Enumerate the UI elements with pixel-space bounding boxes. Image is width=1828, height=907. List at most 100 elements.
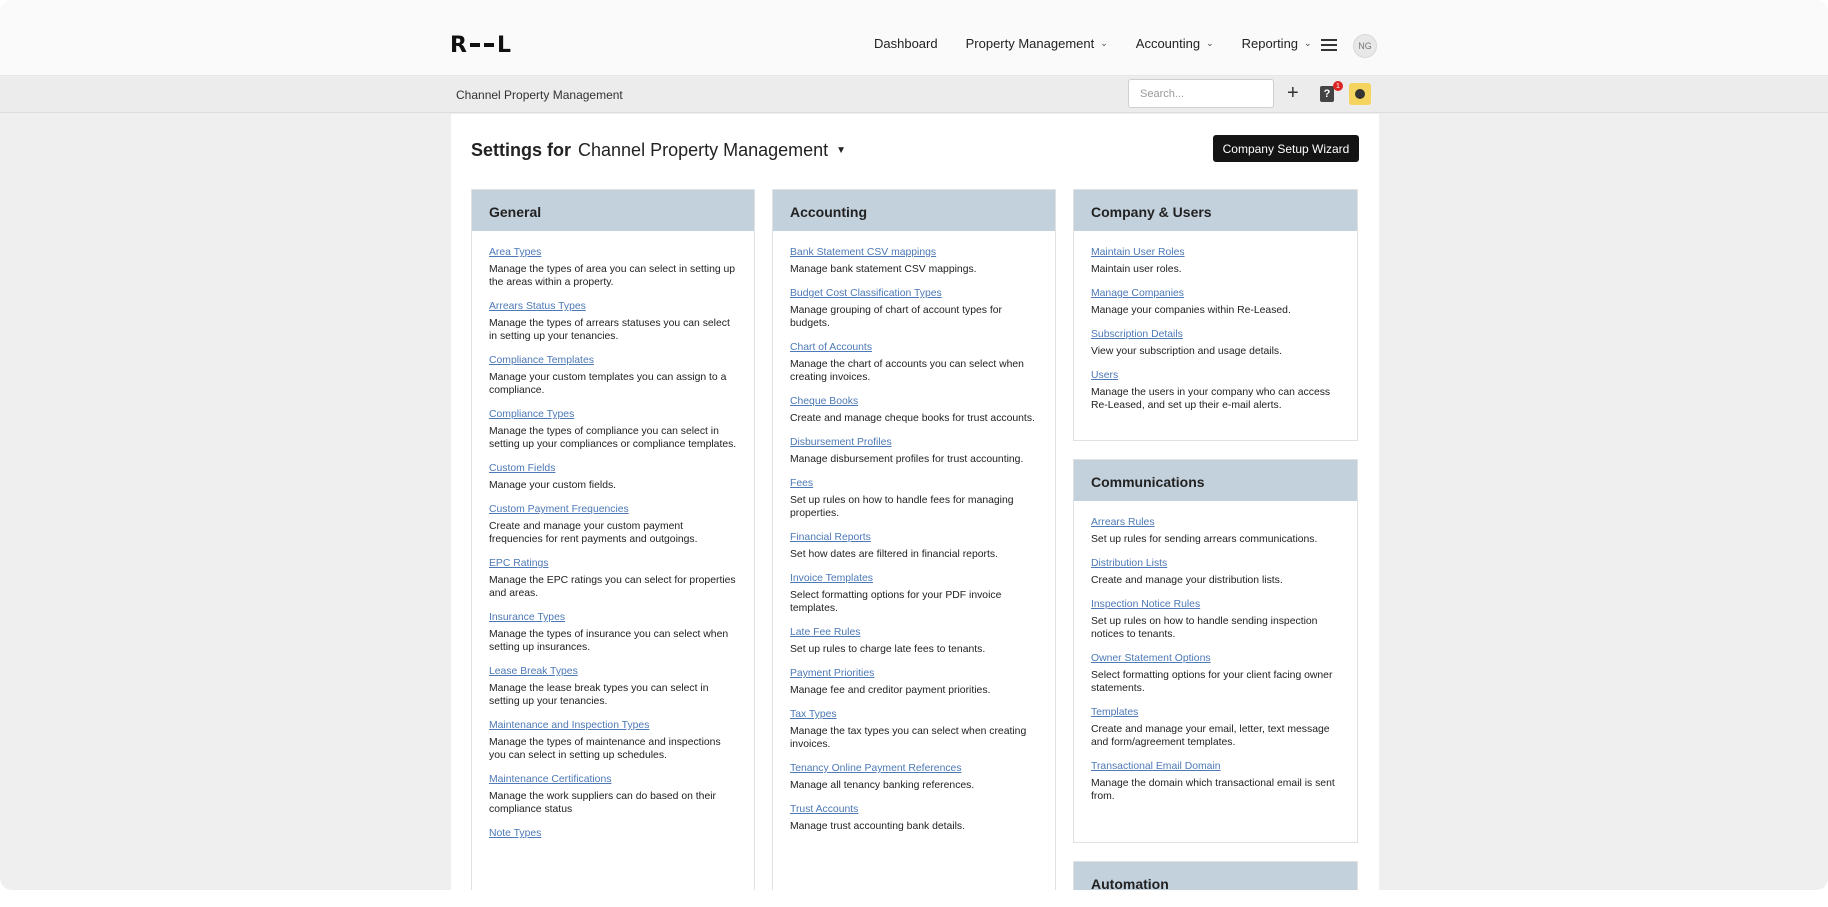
- accounting-settings-item: Disbursement Profiles Manage disbursement…: [790, 436, 1038, 466]
- company-users-settings-description: Manage the users in your company who can…: [1091, 387, 1331, 411]
- nav-property-management[interactable]: Property Management ⌄: [966, 36, 1108, 51]
- logo-letter-l: L: [496, 32, 511, 58]
- accounting-settings-description: Manage fee and creditor payment prioriti…: [790, 685, 991, 696]
- accounting-settings-link[interactable]: Payment Priorities: [790, 667, 1038, 680]
- general-settings-description: Manage the work suppliers can do based o…: [489, 791, 717, 815]
- accounting-settings-description: Manage the chart of accounts you can sel…: [790, 359, 1024, 383]
- accounting-settings-link[interactable]: Invoice Templates: [790, 572, 1038, 585]
- nav-accounting-label: Accounting: [1135, 36, 1201, 51]
- accounting-settings-description: Set up rules on how to handle fees for m…: [790, 495, 1014, 519]
- company-users-settings-link[interactable]: Users: [1091, 369, 1340, 382]
- search-input[interactable]: [1128, 79, 1274, 108]
- accounting-settings-link[interactable]: Bank Statement CSV mappings: [790, 246, 1038, 259]
- notification-badge: 1: [1333, 81, 1343, 91]
- general-settings-description: Create and manage your custom payment fr…: [489, 521, 698, 545]
- general-settings-item: Insurance Types Manage the types of insur…: [489, 611, 737, 654]
- accounting-settings-description: Create and manage cheque books for trust…: [790, 413, 1035, 424]
- app-window: R L Dashboard Property Management ⌄ Acco…: [0, 0, 1828, 890]
- accounting-settings-item: Late Fee Rules Set up rules to charge lat…: [790, 626, 1038, 656]
- general-settings-link[interactable]: Insurance Types: [489, 611, 737, 624]
- automation-panel: Automation: [1073, 861, 1358, 890]
- re-leased-logo[interactable]: R L: [450, 32, 511, 58]
- general-settings-link[interactable]: Custom Payment Frequencies: [489, 503, 737, 516]
- general-settings-link[interactable]: Arrears Status Types: [489, 300, 737, 313]
- communications-settings-item: Distribution Lists Create and manage your…: [1091, 557, 1340, 587]
- general-settings-link[interactable]: EPC Ratings: [489, 557, 737, 570]
- accounting-settings-item: Chart of Accounts Manage the chart of acc…: [790, 341, 1038, 384]
- page-title: Settings for Channel Property Management…: [471, 140, 846, 161]
- accounting-settings-link[interactable]: Chart of Accounts: [790, 341, 1038, 354]
- general-settings-item: Arrears Status Types Manage the types of …: [489, 300, 737, 343]
- communications-settings-link[interactable]: Inspection Notice Rules: [1091, 598, 1340, 611]
- communications-settings-item: Owner Statement Options Select formatting…: [1091, 652, 1340, 695]
- nav-dashboard[interactable]: Dashboard: [874, 36, 938, 51]
- sub-header-bar: Channel Property Management + ? 1: [0, 77, 1828, 113]
- general-settings-description: Manage the types of area you can select …: [489, 264, 736, 288]
- accounting-settings-link[interactable]: Tax Types: [790, 708, 1038, 721]
- nav-reporting[interactable]: Reporting ⌄: [1242, 36, 1312, 51]
- general-settings-item: Compliance Templates Manage your custom t…: [489, 354, 737, 397]
- general-settings-description: Manage the types of arrears statuses you…: [489, 318, 730, 342]
- caret-down-icon: ▼: [836, 145, 847, 156]
- accounting-settings-description: Select formatting options for your PDF i…: [790, 590, 1002, 614]
- top-navigation-bar: R L Dashboard Property Management ⌄ Acco…: [0, 0, 1828, 76]
- company-users-settings-link[interactable]: Subscription Details: [1091, 328, 1340, 341]
- communications-settings-link[interactable]: Owner Statement Options: [1091, 652, 1340, 665]
- accounting-settings-link[interactable]: Budget Cost Classification Types: [790, 287, 1038, 300]
- nav-property-management-label: Property Management: [965, 36, 1095, 51]
- general-settings-link[interactable]: Maintenance Certifications: [489, 773, 737, 786]
- company-users-settings-link[interactable]: Maintain User Roles: [1091, 246, 1340, 259]
- communications-settings-link[interactable]: Templates: [1091, 706, 1340, 719]
- accounting-settings-link[interactable]: Cheque Books: [790, 395, 1038, 408]
- nav-accounting[interactable]: Accounting ⌄: [1136, 36, 1214, 51]
- communications-settings-item: Inspection Notice Rules Set up rules on h…: [1091, 598, 1340, 641]
- chevron-down-icon: ⌄: [1100, 38, 1108, 48]
- communications-settings-description: Select formatting options for your clien…: [1091, 670, 1333, 694]
- communications-settings-item: Templates Create and manage your email, l…: [1091, 706, 1340, 749]
- company-users-settings-item: Maintain User Roles Maintain user roles.: [1091, 246, 1340, 276]
- company-users-settings-item: Users Manage the users in your company wh…: [1091, 369, 1340, 412]
- general-settings-link[interactable]: Maintenance and Inspection Types: [489, 719, 737, 732]
- accounting-settings-link[interactable]: Tenancy Online Payment References: [790, 762, 1038, 775]
- company-name: Channel Property Management: [578, 140, 829, 160]
- communications-settings-description: Manage the domain which transactional em…: [1091, 778, 1335, 802]
- accounting-settings-item: Tax Types Manage the tax types you can se…: [790, 708, 1038, 751]
- general-settings-item: Custom Fields Manage your custom fields.: [489, 462, 737, 492]
- general-settings-item: Note Types: [489, 827, 737, 840]
- general-settings-link[interactable]: Lease Break Types: [489, 665, 737, 678]
- accounting-settings-description: Manage the tax types you can select when…: [790, 726, 1027, 750]
- accounting-settings-link[interactable]: Fees: [790, 477, 1038, 490]
- general-settings-link[interactable]: Note Types: [489, 827, 737, 840]
- communications-settings-link[interactable]: Distribution Lists: [1091, 557, 1340, 570]
- accounting-settings-item: Payment Priorities Manage fee and credito…: [790, 667, 1038, 697]
- breadcrumb[interactable]: Channel Property Management: [456, 88, 623, 102]
- accounting-settings-link[interactable]: Financial Reports: [790, 531, 1038, 544]
- logo-letter-r: R: [450, 32, 467, 58]
- general-settings-item: EPC Ratings Manage the EPC ratings you ca…: [489, 557, 737, 600]
- general-settings-link[interactable]: Custom Fields: [489, 462, 737, 475]
- communications-panel: Communications Arrears Rules Set up rules…: [1073, 459, 1358, 843]
- communications-settings-item: Arrears Rules Set up rules for sending ar…: [1091, 516, 1340, 546]
- communications-settings-link[interactable]: Arrears Rules: [1091, 516, 1340, 529]
- company-setup-wizard-button[interactable]: Company Setup Wizard: [1213, 135, 1359, 162]
- help-icon[interactable]: ?: [1320, 86, 1334, 102]
- user-avatar[interactable]: NG: [1353, 34, 1377, 58]
- general-settings-link[interactable]: Compliance Types: [489, 408, 737, 421]
- accounting-settings-description: Manage all tenancy banking references.: [790, 780, 975, 791]
- general-settings-link[interactable]: Area Types: [489, 246, 737, 259]
- assistant-icon[interactable]: [1349, 83, 1371, 105]
- company-users-settings-link[interactable]: Manage Companies: [1091, 287, 1340, 300]
- general-settings-description: Manage the types of insurance you can se…: [489, 629, 729, 653]
- accounting-settings-link[interactable]: Late Fee Rules: [790, 626, 1038, 639]
- communications-settings-description: Create and manage your email, letter, te…: [1091, 724, 1330, 748]
- accounting-settings-link[interactable]: Disbursement Profiles: [790, 436, 1038, 449]
- hamburger-menu-icon[interactable]: [1321, 39, 1337, 51]
- company-selector[interactable]: Channel Property Management ▼: [578, 140, 846, 161]
- company-users-settings-description: Manage your companies within Re-Leased.: [1091, 305, 1291, 316]
- main-nav: Dashboard Property Management ⌄ Accounti…: [874, 36, 1340, 51]
- accounting-settings-link[interactable]: Trust Accounts: [790, 803, 1038, 816]
- general-settings-link[interactable]: Compliance Templates: [489, 354, 737, 367]
- company-users-panel-title: Company & Users: [1074, 190, 1357, 231]
- add-icon[interactable]: +: [1287, 82, 1299, 104]
- communications-settings-link[interactable]: Transactional Email Domain: [1091, 760, 1340, 773]
